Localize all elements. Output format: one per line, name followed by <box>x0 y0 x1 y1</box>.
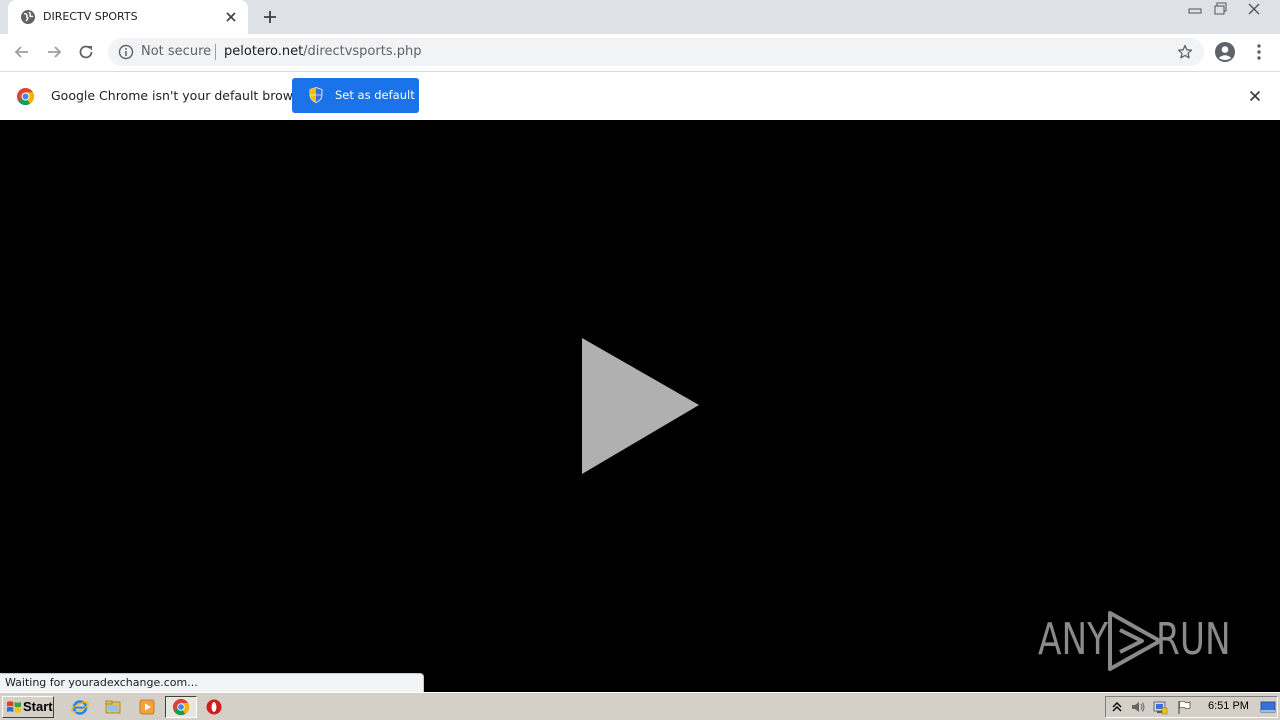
browser-toolbar: Not secure pelotero.net/directvsports.ph… <box>0 34 1280 71</box>
taskbar-chrome-button[interactable] <box>165 696 197 718</box>
watermark-run: RUN <box>1156 614 1231 665</box>
url-path: /directvsports.php <box>303 44 422 59</box>
status-bubble: Waiting for youradexchange.com... <box>0 673 424 693</box>
reload-icon[interactable] <box>76 42 96 62</box>
start-button[interactable]: Start <box>2 696 54 718</box>
info-icon[interactable] <box>118 44 134 60</box>
internet-explorer-icon[interactable] <box>71 698 89 716</box>
window-close-button[interactable] <box>1234 0 1274 18</box>
close-icon <box>1248 3 1260 15</box>
kebab-menu-icon[interactable] <box>1250 42 1268 62</box>
play-icon[interactable] <box>580 338 700 476</box>
system-tray: 6:51 PM <box>1105 696 1278 718</box>
watermark-any: ANY <box>1038 614 1109 665</box>
default-browser-infobar: Google Chrome isn't your default browser… <box>0 71 1280 120</box>
video-player[interactable]: ANY RUN Waiting for youradexchange.com..… <box>0 120 1280 693</box>
media-player-icon[interactable] <box>138 698 156 716</box>
chrome-icon <box>172 698 190 716</box>
arrow-left-icon[interactable] <box>12 42 32 62</box>
security-label: Not secure <box>141 44 212 59</box>
account-icon[interactable] <box>1214 41 1236 63</box>
close-icon[interactable] <box>224 10 238 24</box>
tab-strip: DIRECTV SPORTS <box>0 0 1280 34</box>
shield-icon <box>309 87 323 103</box>
divider <box>215 44 216 60</box>
opera-icon[interactable] <box>205 698 223 716</box>
action-center-flag-icon[interactable] <box>1176 699 1192 715</box>
globe-icon <box>21 10 35 24</box>
minimize-button[interactable] <box>1182 0 1208 18</box>
chrome-icon <box>16 87 35 106</box>
minimize-icon <box>1188 8 1202 14</box>
clock: 6:51 PM <box>1208 700 1249 712</box>
url-text[interactable]: pelotero.net/directvsports.php <box>224 44 421 59</box>
anyrun-watermark: ANY RUN <box>1038 610 1234 674</box>
close-icon[interactable] <box>1248 89 1262 103</box>
restore-icon <box>1214 2 1227 15</box>
set-as-default-button[interactable]: Set as default <box>292 78 419 113</box>
file-explorer-icon[interactable] <box>104 698 122 716</box>
volume-icon[interactable] <box>1130 699 1146 715</box>
url-host: pelotero.net <box>224 44 304 59</box>
start-label: Start <box>23 699 53 714</box>
taskbar: Start 6:51 PM <box>0 692 1280 720</box>
restore-button[interactable] <box>1208 0 1234 18</box>
tab-title: DIRECTV SPORTS <box>43 10 138 23</box>
address-bar[interactable]: Not secure pelotero.net/directvsports.ph… <box>108 38 1204 66</box>
plus-icon[interactable] <box>261 8 279 26</box>
star-icon[interactable] <box>1177 44 1193 60</box>
show-hidden-icons-icon[interactable] <box>1109 699 1125 715</box>
show-desktop-icon[interactable] <box>1260 699 1276 715</box>
set-as-default-label: Set as default <box>335 88 415 102</box>
network-icon[interactable] <box>1152 699 1168 715</box>
windows-flag-icon <box>7 701 21 713</box>
arrow-right-icon[interactable] <box>44 42 64 62</box>
infobar-message: Google Chrome isn't your default browser <box>51 88 313 103</box>
tab-directv-sports[interactable]: DIRECTV SPORTS <box>8 0 248 34</box>
